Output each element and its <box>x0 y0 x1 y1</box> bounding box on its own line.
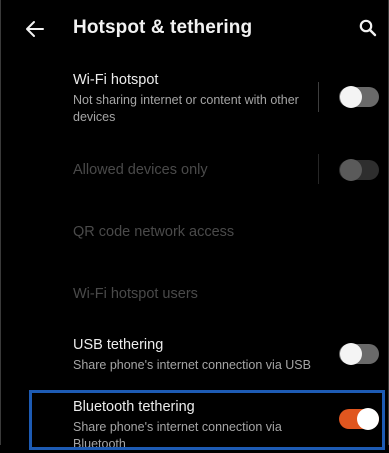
search-button[interactable] <box>357 17 379 39</box>
setting-label: USB tethering <box>73 337 164 353</box>
setting-subtitle: Share phone's internet connection via US… <box>73 358 311 372</box>
setting-wifi-hotspot[interactable]: Wi-Fi hotspot Not sharing internet or co… <box>1 64 389 130</box>
toggle-knob <box>357 408 379 430</box>
setting-label: QR code network access <box>73 224 235 240</box>
toggle-knob <box>340 86 362 108</box>
setting-qr-code-network-access: QR code network access <box>1 212 389 252</box>
bluetooth-tethering-toggle[interactable] <box>339 408 379 430</box>
page-title: Hotspot & tethering <box>73 17 253 38</box>
allowed-devices-toggle <box>339 159 379 181</box>
search-icon <box>359 19 377 37</box>
toggle-knob <box>340 343 362 365</box>
divider <box>318 154 319 184</box>
back-button[interactable] <box>23 17 47 41</box>
screen: Hotspot & tethering Wi-Fi hotspot Not sh… <box>0 0 389 451</box>
setting-label: Allowed devices only <box>73 162 208 178</box>
wifi-hotspot-toggle[interactable] <box>339 86 379 108</box>
setting-bluetooth-tethering[interactable]: Bluetooth tethering Share phone's intern… <box>1 392 389 451</box>
setting-allowed-devices-only: Allowed devices only <box>1 148 389 192</box>
setting-label: Wi-Fi hotspot users <box>73 286 198 302</box>
setting-usb-tethering[interactable]: USB tethering Share phone's internet con… <box>1 330 389 378</box>
toggle-knob <box>340 159 362 181</box>
app-bar: Hotspot & tethering <box>1 0 389 58</box>
setting-label: Wi-Fi hotspot <box>73 72 159 88</box>
setting-subtitle: Share phone's internet connection via Bl… <box>73 420 282 451</box>
divider <box>318 82 319 112</box>
arrow-left-icon <box>26 21 44 37</box>
setting-label: Bluetooth tethering <box>73 399 195 415</box>
setting-wifi-hotspot-users: Wi-Fi hotspot users <box>1 274 389 314</box>
setting-subtitle: Not sharing internet or content with oth… <box>73 93 299 124</box>
usb-tethering-toggle[interactable] <box>339 343 379 365</box>
